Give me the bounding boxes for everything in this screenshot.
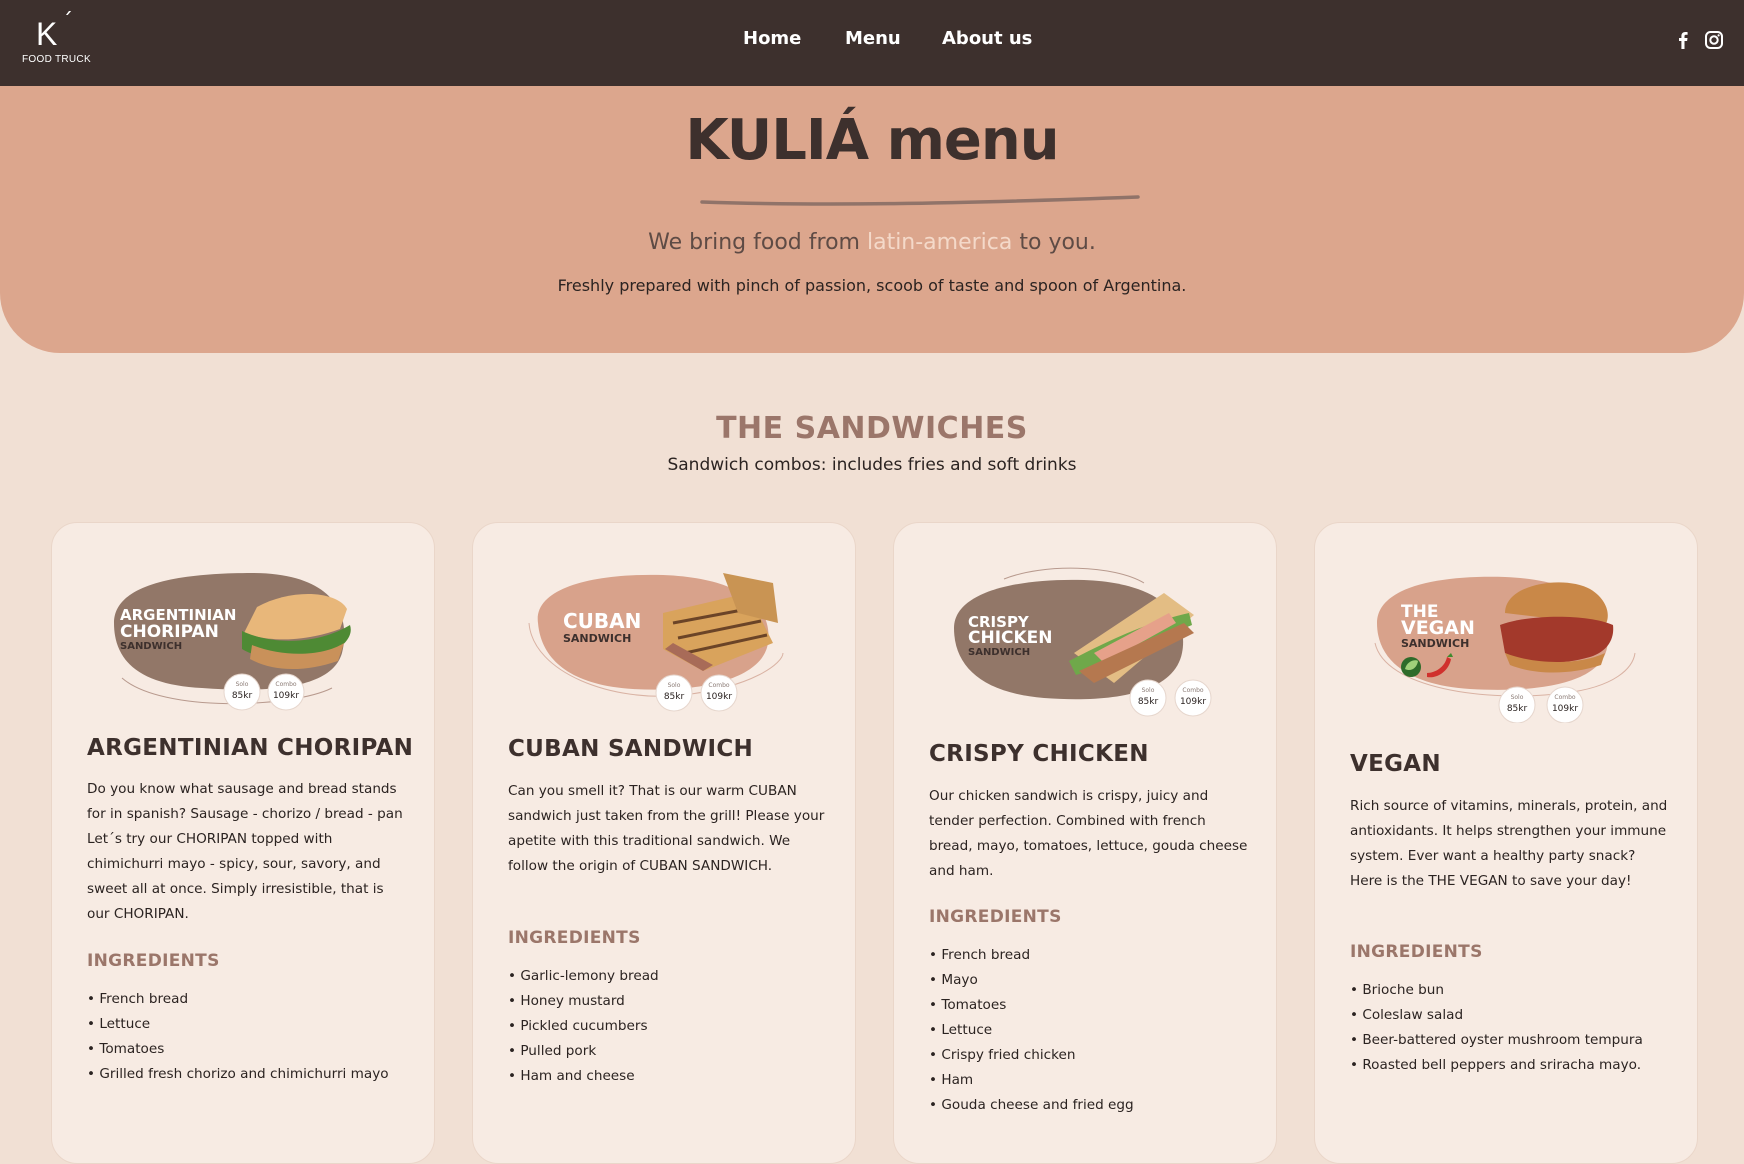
hero-banner: KULIÁ menu We bring food from latin-amer…: [0, 86, 1744, 353]
ingredient-item: Grilled fresh chorizo and chimichurri ma…: [87, 1062, 388, 1087]
ingredients-heading: INGREDIENTS: [929, 907, 1062, 927]
card-description: Do you know what sausage and bread stand…: [87, 781, 403, 922]
badge-line2: SANDWICH: [563, 632, 631, 645]
vegan-image: THE VEGAN SANDWICH Solo 85kr Combo 109kr: [1374, 576, 1636, 723]
ingredient-item: Tomatoes: [929, 993, 1134, 1018]
menu-card-vegan: THE VEGAN SANDWICH Solo 85kr Combo 109kr…: [1314, 522, 1698, 1164]
ingredient-item: Tomatoes: [87, 1037, 389, 1062]
svg-text:Solo: Solo: [1142, 687, 1155, 694]
svg-text:109kr: 109kr: [1180, 697, 1206, 707]
menu-card-choripan: ARGENTINIAN CHORIPAN SANDWICH Solo 85kr …: [51, 522, 435, 1164]
combo-price-tag: Combo 109kr: [1174, 679, 1212, 717]
solo-price-tag: Solo 85kr: [1498, 686, 1536, 723]
svg-text:85kr: 85kr: [1507, 704, 1528, 714]
nav-link-menu[interactable]: Menu: [845, 28, 901, 49]
combo-price-tag: Combo 109kr: [700, 674, 738, 712]
ingredient-item: Pulled pork: [508, 1039, 659, 1064]
cuban-image: CUBAN SANDWICH Solo 85kr Combo 109kr: [528, 573, 784, 712]
title-underline: [700, 195, 1140, 206]
ingredient-item: Ham and cheese: [508, 1064, 659, 1089]
ingredient-item: Brioche bun: [1350, 978, 1643, 1003]
tagline-highlight: latin-america: [866, 230, 1013, 255]
ingredients-list: Garlic-lemony bread Honey mustard Pickle…: [508, 964, 659, 1089]
ingredients-heading: INGREDIENTS: [87, 951, 220, 971]
solo-price-tag: Solo 85kr: [223, 673, 261, 711]
ingredients-heading: INGREDIENTS: [508, 928, 641, 948]
badge-line2: CHORIPAN: [120, 622, 219, 642]
badge-line3: SANDWICH: [1401, 637, 1469, 650]
ingredient-item: Beer-battered oyster mushroom tempura: [1350, 1028, 1642, 1053]
card-title: CRISPY CHICKEN: [929, 741, 1149, 767]
ingredient-item: Gouda cheese and fried egg: [929, 1093, 1133, 1118]
ingredient-item: Lettuce: [87, 1012, 389, 1037]
ingredient-item: Lettuce: [929, 1018, 1134, 1043]
ingredients-list: Brioche bun Coleslaw salad Beer-battered…: [1350, 978, 1643, 1078]
logo-letter: K: [36, 16, 58, 52]
badge-line3: SANDWICH: [120, 641, 182, 652]
ingredients-list: French bread Mayo Tomatoes Lettuce Crisp…: [929, 943, 1134, 1118]
menu-card-crispy-chicken: CRISPY CHICKEN SANDWICH Solo 85kr Combo …: [893, 522, 1277, 1164]
combo-price-tag: Combo 109kr: [1546, 686, 1584, 723]
ingredients-heading: INGREDIENTS: [1350, 942, 1483, 962]
badge-line2: VEGAN: [1401, 617, 1475, 639]
top-navbar: K ´ FOOD TRUCK Home Menu About us: [0, 0, 1744, 86]
page-title: KULIÁ menu: [685, 108, 1059, 173]
ingredient-item: Garlic-lemony bread: [508, 964, 658, 989]
logo-accent: ´: [62, 10, 73, 35]
hero-description: Freshly prepared with pinch of passion, …: [557, 276, 1187, 295]
vegan-leaf-icon: [1401, 657, 1421, 677]
ingredient-item: French bread: [929, 943, 1134, 968]
ingredient-item: Coleslaw salad: [1350, 1003, 1643, 1028]
nav-links: Home Menu About us: [0, 0, 1744, 86]
crispy-chicken-image: CRISPY CHICKEN SANDWICH Solo 85kr Combo …: [954, 567, 1212, 717]
logo-subtitle: FOOD TRUCK: [22, 54, 91, 65]
choripan-image: ARGENTINIAN CHORIPAN SANDWICH Solo 85kr …: [114, 573, 351, 711]
tagline-post: to you.: [1012, 230, 1096, 255]
badge-line3: SANDWICH: [968, 647, 1030, 658]
nav-link-about[interactable]: About us: [942, 28, 1032, 49]
card-description: Rich source of vitamins, minerals, prote…: [1350, 798, 1668, 889]
svg-text:109kr: 109kr: [706, 692, 732, 702]
svg-text:109kr: 109kr: [1552, 704, 1578, 714]
svg-text:Combo: Combo: [1182, 687, 1204, 694]
solo-price-tag: Solo 85kr: [655, 674, 693, 712]
section-title: THE SANDWICHES: [716, 411, 1028, 446]
card-description: Our chicken sandwich is crispy, juicy an…: [929, 788, 1248, 879]
svg-text:Solo: Solo: [1511, 694, 1524, 701]
nav-link-home[interactable]: Home: [743, 28, 801, 49]
section-subtitle: Sandwich combos: includes fries and soft…: [667, 455, 1077, 475]
svg-text:85kr: 85kr: [232, 691, 253, 701]
facebook-icon[interactable]: [1672, 29, 1694, 51]
instagram-icon[interactable]: [1703, 29, 1725, 51]
ingredient-item: Mayo: [929, 968, 1134, 993]
svg-text:Combo: Combo: [708, 682, 730, 689]
combo-price-tag: Combo 109kr: [267, 673, 305, 711]
tagline-pre: We bring food from: [648, 230, 867, 255]
ingredient-item: Pickled cucumbers: [508, 1014, 659, 1039]
card-title: ARGENTINIAN CHORIPAN: [87, 735, 414, 761]
hero-tagline: We bring food from latin-america to you.: [0, 230, 1744, 255]
brand-logo[interactable]: K ´ FOOD TRUCK: [20, 10, 91, 68]
card-title: CUBAN SANDWICH: [508, 736, 754, 762]
ingredients-list: French bread Lettuce Tomatoes Grilled fr…: [87, 987, 389, 1087]
svg-text:Solo: Solo: [668, 682, 681, 689]
ingredient-item: French bread: [87, 987, 389, 1012]
badge-line2: CHICKEN: [968, 628, 1053, 648]
svg-text:85kr: 85kr: [1138, 697, 1159, 707]
card-title: VEGAN: [1350, 751, 1441, 777]
svg-text:Combo: Combo: [1554, 694, 1576, 701]
svg-text:Combo: Combo: [275, 681, 297, 688]
svg-text:109kr: 109kr: [273, 691, 299, 701]
svg-text:Solo: Solo: [236, 681, 249, 688]
ingredient-item: Roasted bell peppers and sriracha mayo.: [1350, 1053, 1643, 1078]
svg-text:85kr: 85kr: [664, 692, 685, 702]
solo-price-tag: Solo 85kr: [1129, 679, 1167, 717]
ingredient-item: Honey mustard: [508, 989, 659, 1014]
ingredient-item: Crispy fried chicken: [929, 1043, 1134, 1068]
card-description: Can you smell it? That is our warm CUBAN…: [508, 783, 825, 874]
menu-card-cuban: CUBAN SANDWICH Solo 85kr Combo 109kr CUB…: [472, 522, 856, 1164]
ingredient-item: Ham: [929, 1068, 1134, 1093]
badge-line1: CUBAN: [563, 609, 641, 633]
